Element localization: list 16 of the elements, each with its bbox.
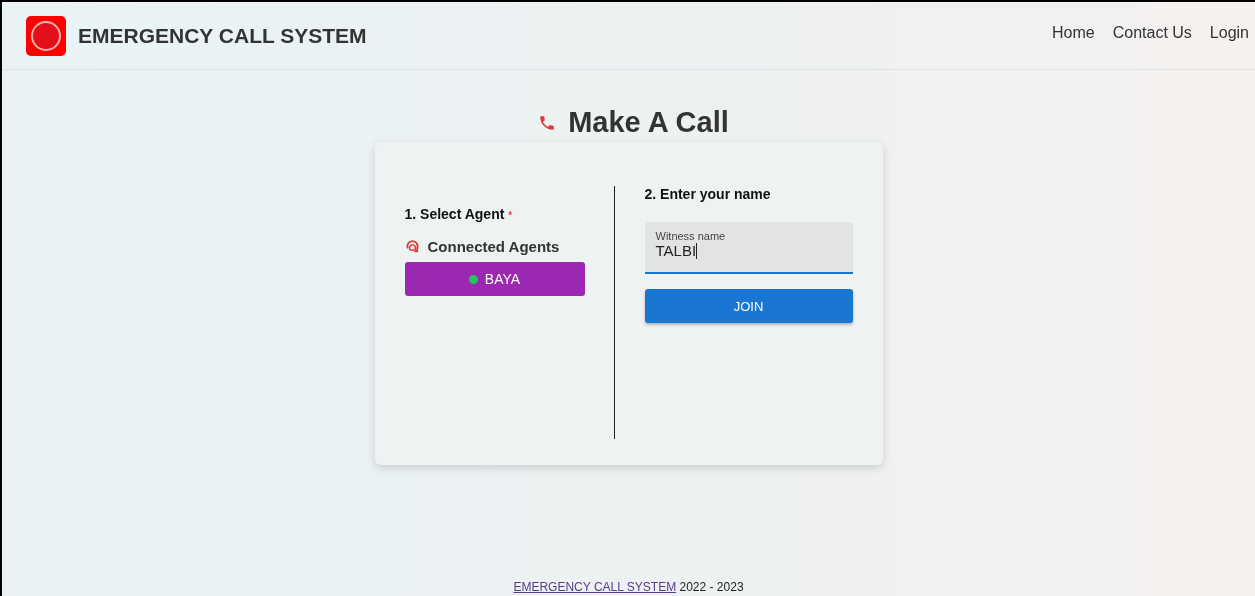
section-heading: 2. Enter your name — [644, 186, 771, 202]
site-title: EMERGENCY CALL SYSTEM — [78, 23, 368, 48]
page-title: Make A Call — [568, 106, 729, 139]
nav-link[interactable]: Contact Us — [1112, 24, 1192, 42]
section-heading: 1. Select Agent — [404, 206, 505, 222]
phone-icon — [538, 113, 557, 132]
footer-link[interactable]: EMERGENCY CALL SYSTEM — [513, 580, 677, 594]
footer-text: EMERGENCY CALL SYSTEM 2022 - 2023 — [513, 580, 744, 594]
agent-button[interactable]: BAYA — [404, 262, 585, 296]
required-mark: * — [508, 210, 513, 221]
join-button[interactable]: JOIN — [644, 289, 853, 323]
nav-link[interactable]: Home — [1052, 24, 1095, 42]
nav-link[interactable]: Login — [1209, 24, 1249, 42]
name-field[interactable]: Witness name TALBI — [644, 222, 853, 274]
section-subheading: Connected Agents — [427, 238, 560, 255]
logo-icon — [26, 15, 66, 56]
